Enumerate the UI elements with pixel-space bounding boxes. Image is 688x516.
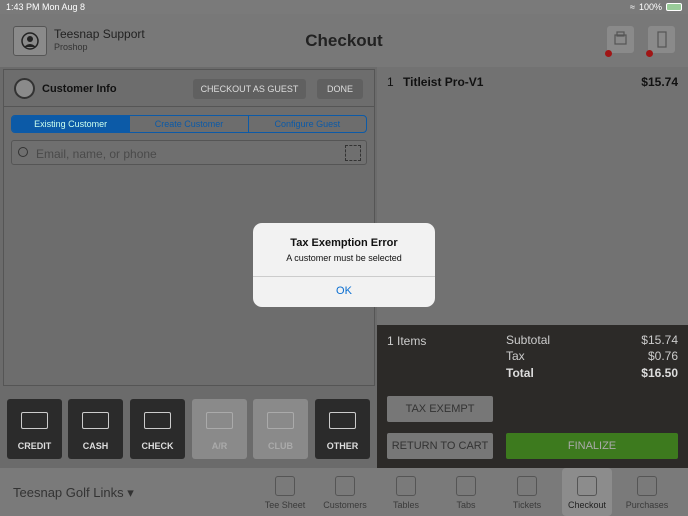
tab-label: Tabs [456, 500, 476, 510]
totals-panel: 1 Items Subtotal $15.74 Tax $0.76 Total … [377, 325, 688, 468]
cash-label: CASH [82, 441, 109, 451]
return-to-cart-button[interactable]: RETURN TO CART [387, 433, 493, 459]
cart-icon [577, 476, 597, 496]
tab-label: Tickets [512, 500, 542, 510]
finalize-button[interactable]: FINALIZE [506, 433, 678, 459]
dialog-message: A customer must be selected [286, 253, 402, 263]
customer-info-title: Customer Info [42, 83, 117, 95]
check-icon [144, 412, 171, 429]
tab-tables[interactable]: Tables [381, 468, 431, 516]
course-selector[interactable]: Teesnap Golf Links ▾ [13, 485, 134, 501]
segment-existing-customer[interactable]: Existing Customer [12, 116, 131, 132]
search-placeholder: Email, name, or phone [36, 147, 157, 161]
segment-create-customer[interactable]: Create Customer [130, 116, 249, 132]
dialog-title: Tax Exemption Error [290, 237, 398, 249]
customer-mode-segmented-control: Existing Customer Create Customer Config… [11, 115, 367, 133]
customer-search-input[interactable]: Email, name, or phone [11, 140, 367, 165]
table-icon [396, 476, 416, 496]
chevron-down-icon: ▾ [127, 485, 134, 500]
printer-button[interactable] [605, 26, 634, 57]
other-button[interactable]: OTHER [315, 399, 370, 459]
check-label: CHECK [141, 441, 174, 451]
drawer-icon [657, 31, 667, 48]
page-title: Checkout [305, 31, 383, 50]
qr-code-icon[interactable] [345, 145, 361, 161]
status-date: Mon Aug 8 [42, 2, 86, 12]
cash-button[interactable]: CASH [68, 399, 123, 459]
wifi-icon: ≈ [630, 2, 635, 12]
other-label: OTHER [326, 441, 359, 451]
tab-label: Checkout [567, 500, 607, 510]
ar-label: A/R [211, 441, 228, 451]
credit-card-icon [21, 412, 48, 429]
calendar-icon [275, 476, 295, 496]
items-count: 1 Items [387, 334, 427, 348]
receipt-icon [456, 476, 476, 496]
credit-button[interactable]: CREDIT [7, 399, 62, 459]
printer-icon [614, 31, 627, 45]
tax-value: $0.76 [647, 349, 678, 363]
tab-label: Purchases [625, 500, 669, 510]
subtotal-value: $15.74 [641, 333, 678, 347]
done-button[interactable]: DONE [317, 79, 363, 99]
credit-label: CREDIT [17, 441, 52, 451]
status-time: 1:43 PM [6, 2, 40, 12]
dialog-ok-button[interactable]: OK [253, 285, 435, 297]
tab-purchases[interactable]: Purchases [622, 468, 672, 516]
status-bar: 1:43 PM Mon Aug 8 ≈ 100% [0, 0, 688, 14]
tab-tabs[interactable]: Tabs [441, 468, 491, 516]
club-button[interactable]: CLUB [253, 399, 308, 459]
cloche-icon [517, 476, 537, 496]
ar-button[interactable]: A/R [192, 399, 247, 459]
tab-customers[interactable]: Customers [320, 468, 370, 516]
tab-tickets[interactable]: Tickets [502, 468, 552, 516]
segment-configure-guest[interactable]: Configure Guest [249, 116, 366, 132]
cart-item-name: Titleist Pro-V1 [403, 75, 484, 89]
tab-label: Customers [323, 500, 367, 510]
tax-label: Tax [506, 349, 525, 363]
ticket-icon [267, 412, 294, 429]
tax-exempt-button[interactable]: TAX EXEMPT [387, 396, 493, 422]
ledger-icon [206, 412, 233, 429]
checkout-as-guest-button[interactable]: CHECKOUT AS GUEST [193, 79, 306, 99]
battery-percent: 100% [638, 2, 662, 12]
course-name: Teesnap Golf Links [13, 485, 124, 500]
tab-label: Tables [392, 500, 419, 510]
cash-drawer-button[interactable] [646, 26, 675, 57]
check-button[interactable]: CHECK [130, 399, 185, 459]
bottom-tab-bar: Teesnap Golf Links ▾ Tee Sheet Customers… [0, 468, 688, 516]
search-icon [18, 147, 28, 157]
cards-icon [329, 412, 356, 429]
register-icon [637, 476, 657, 496]
cart-item-price: $15.74 [641, 75, 678, 89]
drawer-status-dot [646, 50, 653, 57]
tab-tee-sheet[interactable]: Tee Sheet [260, 468, 310, 516]
app-header: Teesnap Support Proshop Checkout [0, 14, 688, 67]
tax-exemption-error-dialog: Tax Exemption Error A customer must be s… [253, 223, 435, 307]
cash-icon [82, 412, 109, 429]
people-icon [335, 476, 355, 496]
total-value: $16.50 [641, 366, 678, 380]
customer-info-header: Customer Info CHECKOUT AS GUEST DONE [4, 70, 374, 107]
cart-item[interactable]: 1 Titleist Pro-V1 $15.74 [377, 67, 688, 95]
club-label: CLUB [268, 441, 293, 451]
payment-methods: CREDIT CASH CHECK A/R CLUB OTHER [0, 392, 375, 462]
printer-status-dot [605, 50, 612, 57]
subtotal-label: Subtotal [506, 333, 551, 347]
dialog-divider [253, 276, 435, 277]
cart-item-qty: 1 [387, 75, 394, 89]
tab-label: Tee Sheet [264, 500, 306, 510]
tab-checkout[interactable]: Checkout [562, 468, 612, 516]
battery-icon [666, 3, 682, 11]
customer-avatar-icon [14, 78, 35, 99]
total-label: Total [506, 366, 534, 380]
status-right: ≈ 100% [630, 2, 682, 12]
